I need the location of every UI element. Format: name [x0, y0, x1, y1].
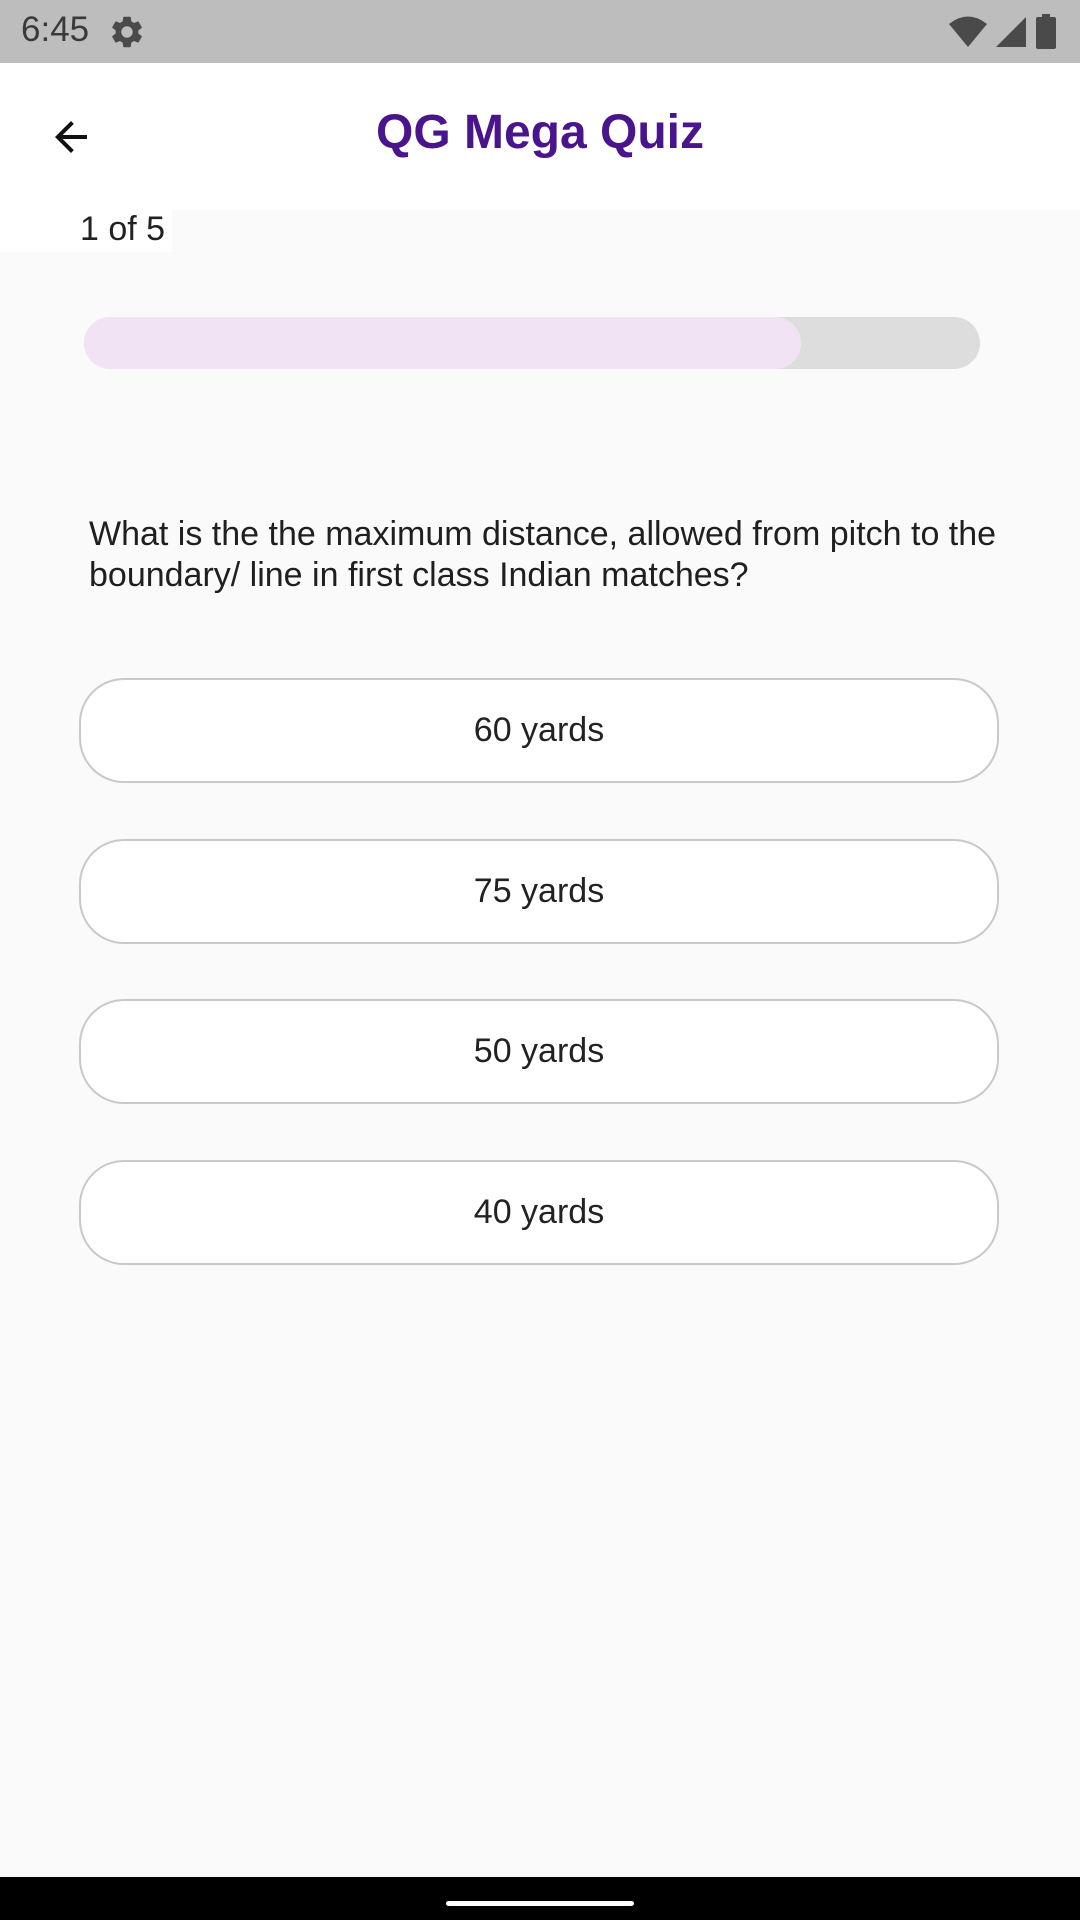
progress-bar	[84, 317, 980, 369]
answer-option-button[interactable]: 60 yards	[79, 678, 999, 783]
status-icons	[948, 13, 1058, 51]
page-title: QG Mega Quiz	[375, 106, 705, 159]
question-line: What is the the maximum distance, allowe…	[89, 515, 997, 553]
gear-icon	[112, 16, 142, 48]
question-line: boundary/ line in first class Indian mat…	[89, 556, 749, 594]
answer-option-button[interactable]: 40 yards	[79, 1160, 999, 1265]
wifi-icon	[949, 16, 987, 47]
question-counter-container: 1 of 5	[0, 210, 172, 252]
progress-bar-fill	[84, 317, 801, 369]
answer-option-button[interactable]: 75 yards	[79, 839, 999, 944]
battery-icon	[1036, 14, 1056, 49]
system-navigation-bar	[0, 1877, 1080, 1920]
question-counter: 1 of 5	[80, 210, 166, 248]
status-time: 6:45	[21, 10, 90, 49]
app-bar: QG Mega Quiz	[0, 63, 1080, 210]
home-gesture-handle[interactable]	[446, 1901, 634, 1906]
cell-signal-icon	[996, 17, 1026, 47]
status-bar: 6:45	[0, 0, 1080, 63]
answer-option-button[interactable]: 50 yards	[79, 999, 999, 1104]
question-text: What is the the maximum distance, allowe…	[89, 514, 1080, 596]
